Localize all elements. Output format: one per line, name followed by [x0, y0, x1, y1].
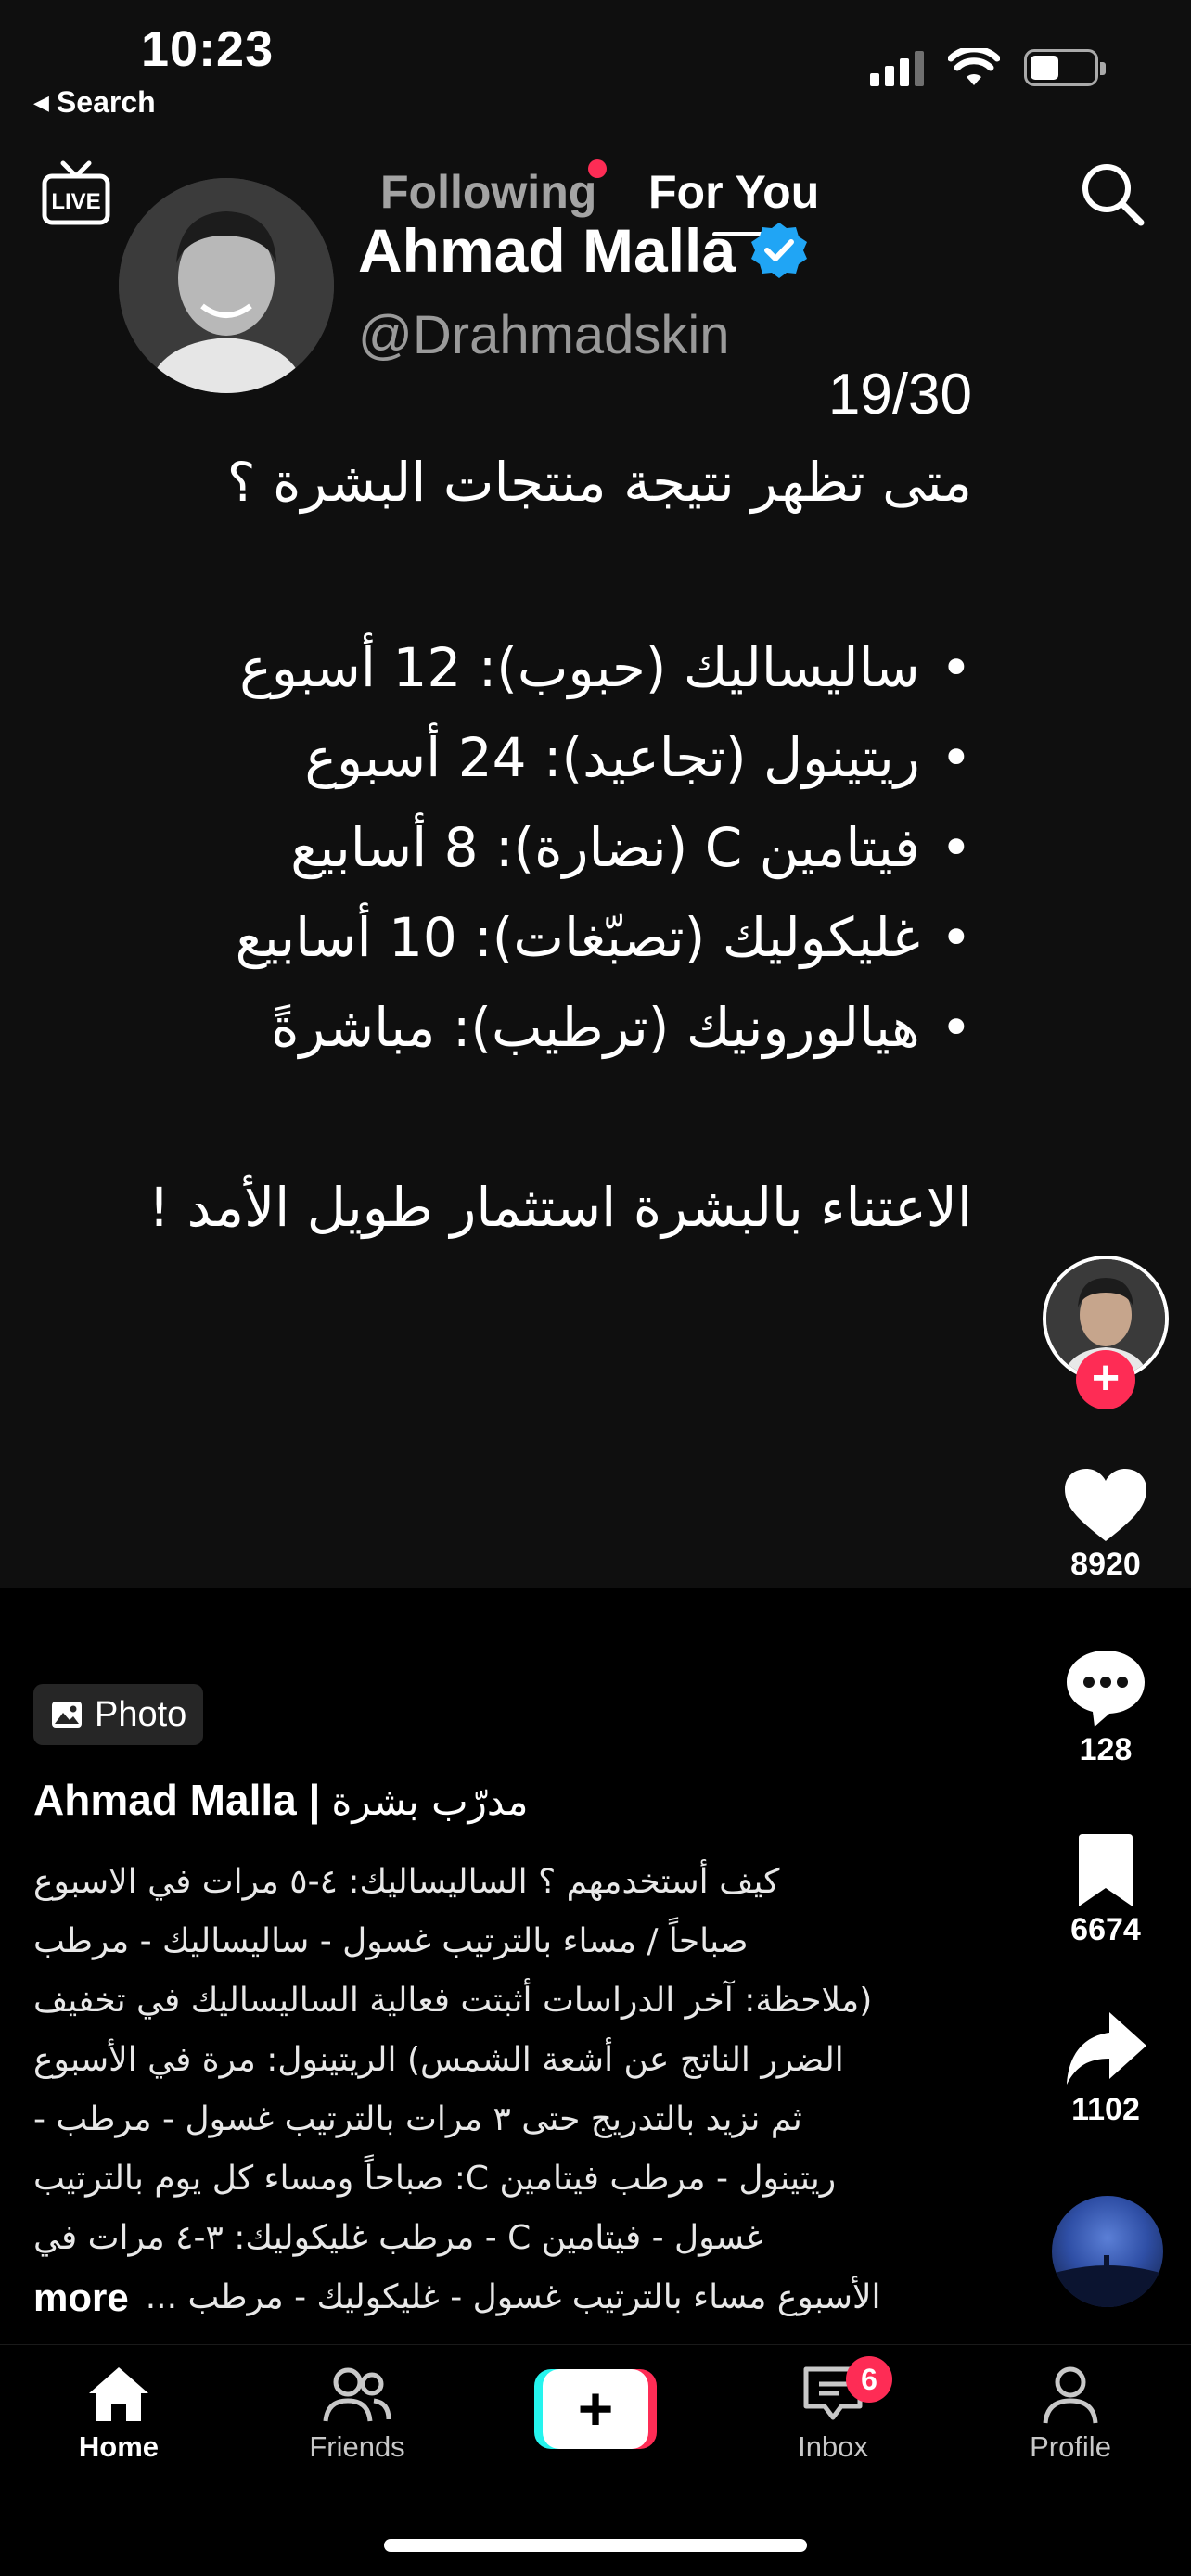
tab-for-you[interactable]: For You: [648, 165, 819, 219]
status-icons: [870, 48, 1106, 87]
bullet-item: •هيالورونيك (ترطيب): مباشرةً: [271, 996, 972, 1059]
caption-line: الضرر الناتج عن أشعة الشمس) الريتينول: م…: [33, 2041, 844, 2079]
caption-text[interactable]: كيف أستخدمهم ؟ الساليساليك: ٤-٥ مرات في …: [33, 1853, 961, 2327]
photo-badge: Photo: [33, 1684, 204, 1745]
caption-line: (ملاحظة: آخر الدراسات أثبتت فعالية السال…: [33, 1982, 873, 2020]
music-disc-icon[interactable]: [1052, 2196, 1163, 2307]
bullet-item: •فيتامين C (نضارة): 8 أسابيع: [290, 816, 972, 879]
post-author-name: Ahmad Malla: [358, 215, 810, 286]
bullet-item: •ريتينول (تجاعيد): 24 أسبوع: [304, 726, 972, 789]
battery-icon: [1024, 49, 1106, 86]
home-indicator[interactable]: [384, 2539, 807, 2552]
more-link[interactable]: more: [33, 2276, 129, 2320]
bullet-item: •ساليساليك (حبوب): 12 أسبوع: [239, 636, 972, 699]
photo-badge-label: Photo: [95, 1694, 187, 1734]
image-icon: [52, 1702, 82, 1728]
nav-friends-label: Friends: [309, 2430, 405, 2463]
caption-author[interactable]: Ahmad Malla | مدرّب بشرة: [33, 1775, 528, 1825]
back-to-search[interactable]: ◀ Search: [33, 85, 156, 120]
share-button[interactable]: 1102: [1033, 2009, 1178, 2128]
tab-following[interactable]: Following: [380, 165, 596, 219]
bookmark-icon: [1079, 1834, 1133, 1906]
comment-count: 128: [1079, 1732, 1133, 1767]
follow-button[interactable]: +: [1076, 1350, 1135, 1409]
post-counter: 19/30: [827, 363, 972, 427]
caption-line: ريتينول - مرطب فيتامين C: صباحاً ومساء ك…: [33, 2160, 837, 2198]
caption-line: كيف أستخدمهم ؟ الساليساليك: ٤-٥ مرات في …: [33, 1863, 780, 1901]
heart-icon: [1065, 1469, 1146, 1541]
post-author-avatar: [119, 178, 334, 393]
bullet-item: •غليكوليك (تصبّغات): 10 أسابيع: [235, 906, 972, 969]
nav-home-label: Home: [78, 2430, 160, 2463]
caption-line: غسول - فيتامين C - مرطب غليكوليك: ٣-٤ مر…: [33, 2219, 763, 2257]
caption-line: الأسبوع مساء بالترتيب غسول - غليكوليك - …: [145, 2278, 881, 2316]
status-time: 10:23: [141, 21, 275, 77]
like-button[interactable]: 8920: [1033, 1467, 1178, 1583]
inbox-badge: 6: [846, 2356, 892, 2403]
back-label: Search: [56, 85, 156, 119]
like-count: 8920: [1070, 1547, 1141, 1582]
svg-text:LIVE: LIVE: [51, 189, 100, 214]
caption-line: صباحاً / مساء بالترتيب غسول - ساليساليك …: [33, 1922, 749, 1960]
save-button[interactable]: 6674: [1033, 1832, 1178, 1948]
nav-friends[interactable]: Friends: [274, 2364, 441, 2464]
nav-profile-label: Profile: [1030, 2430, 1111, 2463]
friends-icon: [323, 2367, 391, 2422]
post-bullet-list: •ساليساليك (حبوب): 12 أسبوع •ريتينول (تج…: [45, 636, 972, 1086]
post-author-handle: @Drahmadskin: [358, 305, 730, 365]
comment-button[interactable]: 128: [1033, 1647, 1178, 1768]
search-icon[interactable]: [1078, 159, 1146, 228]
wifi-icon: [948, 48, 1000, 85]
create-button[interactable]: +: [534, 2369, 657, 2449]
share-arrow-icon: [1067, 2012, 1146, 2085]
caption-author-role: مدرّب بشرة: [331, 1779, 529, 1824]
profile-icon: [1043, 2366, 1098, 2424]
back-triangle-icon: ◀: [33, 91, 49, 114]
verified-badge-icon: [751, 223, 808, 278]
caption-author-name: Ahmad Malla |: [33, 1776, 321, 1824]
cellular-signal-icon: [870, 49, 924, 86]
post-question: متى تظهر نتيجة منتجات البشرة ؟: [226, 451, 972, 514]
home-icon: [89, 2367, 148, 2421]
nav-profile[interactable]: Profile: [987, 2364, 1154, 2464]
comment-bubble-icon: [1067, 1651, 1145, 1727]
following-notification-dot: [588, 159, 607, 178]
post-closing-line: الاعتناء بالبشرة استثمار طويل الأمد !: [147, 1176, 972, 1239]
caption-last-row: more الأسبوع مساء بالترتيب غسول - غليكول…: [33, 2268, 961, 2327]
share-count: 1102: [1071, 2092, 1140, 2127]
nav-inbox-label: Inbox: [798, 2430, 868, 2463]
caption-line: ثم نزيد بالتدريج حتى ٣ مرات بالترتيب غسو…: [33, 2100, 802, 2138]
nav-home[interactable]: Home: [35, 2364, 202, 2464]
live-tv-icon[interactable]: LIVE: [41, 158, 111, 228]
plus-icon: +: [543, 2369, 648, 2449]
save-count: 6674: [1070, 1912, 1141, 1947]
author-name-text: Ahmad Malla: [358, 216, 736, 285]
